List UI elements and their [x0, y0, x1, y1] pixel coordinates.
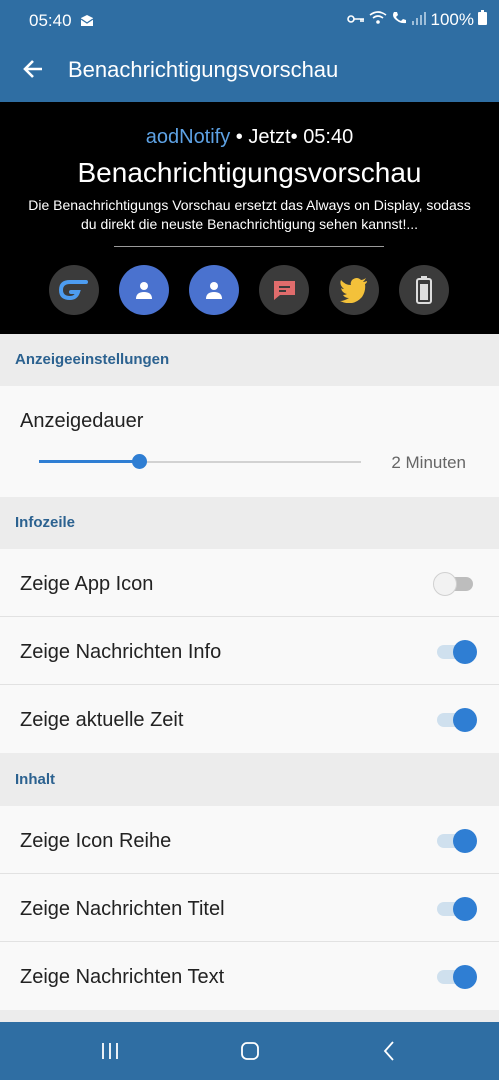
app-bar: Benachrichtigungsvorschau [0, 38, 499, 102]
icon-row-toggle[interactable] [435, 829, 477, 853]
preview-text: Die Benachrichtigungs Vorschau ersetzt d… [28, 197, 471, 232]
display-settings-card: Anzeigedauer 2 Minuten [0, 386, 499, 497]
preview-time: 05:40 [303, 126, 354, 148]
battery-percent: 100% [430, 10, 474, 29]
twitter-icon [329, 265, 379, 315]
recents-icon[interactable] [98, 1039, 122, 1063]
duration-label: Anzeigedauer [20, 410, 144, 432]
app-icon-toggle[interactable] [433, 572, 475, 596]
section-title: Infozeile [15, 514, 76, 531]
system-nav-bar [0, 1022, 499, 1080]
back-arrow-icon[interactable] [20, 55, 48, 83]
call-icon [391, 10, 407, 30]
key-icon [346, 10, 365, 30]
status-time: 05:40 [29, 11, 72, 30]
message-icon [259, 265, 309, 315]
section-header-content: Inhalt [0, 754, 499, 806]
setting-label: Zeige Nachrichten Info [20, 641, 222, 663]
preview-divider [114, 246, 384, 247]
back-icon[interactable] [378, 1039, 402, 1063]
message-title-toggle[interactable] [435, 897, 477, 921]
preview-app-name: aodNotify [145, 126, 231, 148]
home-icon[interactable] [238, 1039, 262, 1063]
signal-icon [411, 10, 427, 30]
setting-label: Zeige Icon Reihe [20, 830, 172, 852]
setting-label: Zeige App Icon [20, 573, 154, 595]
infoline-settings-card: Zeige App Icon Zeige Nachrichten Info Ze… [0, 549, 499, 753]
message-text-toggle[interactable] [435, 965, 477, 989]
section-header-display: Anzeigeeinstellungen [0, 334, 499, 386]
contact-icon [189, 265, 239, 315]
setting-label: Zeige Nachrichten Text [20, 966, 225, 988]
setting-row-message-text[interactable]: Zeige Nachrichten Text [0, 942, 499, 1010]
mail-icon [80, 14, 94, 32]
system-icons: 100% [346, 10, 487, 30]
section-title: Inhalt [15, 771, 55, 788]
duration-slider[interactable] [39, 454, 361, 469]
notification-preview: aodNotify • Jetzt• 05:40 Benachrichtigun… [0, 102, 499, 334]
preview-separator: • [230, 126, 249, 148]
duration-setting: Anzeigedauer 2 Minuten [0, 386, 499, 497]
wifi-icon [369, 10, 387, 30]
slider-thumb[interactable] [131, 454, 147, 469]
aodnotify-icon [49, 265, 99, 315]
battery-icon [399, 265, 449, 315]
preview-icon-row [49, 265, 449, 315]
slider-fill [39, 460, 139, 463]
section-title: Anzeigeeinstellungen [15, 351, 170, 368]
preview-separator: • [290, 126, 304, 148]
setting-row-current-time[interactable]: Zeige aktuelle Zeit [0, 685, 499, 753]
content-settings-card: Zeige Icon Reihe Zeige Nachrichten Titel… [0, 806, 499, 1010]
duration-value: 2 Minuten [391, 453, 466, 472]
message-info-toggle[interactable] [435, 640, 477, 664]
setting-row-app-icon[interactable]: Zeige App Icon [0, 549, 499, 617]
preview-title: Benachrichtigungsvorschau [77, 157, 422, 188]
status-bar: 05:40 100% [0, 0, 499, 38]
setting-label: Zeige aktuelle Zeit [20, 709, 184, 731]
setting-label: Zeige Nachrichten Titel [20, 898, 225, 920]
section-header-infoline: Infozeile [0, 497, 499, 549]
setting-row-message-title[interactable]: Zeige Nachrichten Titel [0, 874, 499, 942]
preview-meta: aodNotify • Jetzt• 05:40 [0, 126, 499, 149]
battery-icon [478, 10, 487, 30]
current-time-toggle[interactable] [435, 708, 477, 732]
setting-row-icon-row[interactable]: Zeige Icon Reihe [0, 806, 499, 874]
setting-row-message-info[interactable]: Zeige Nachrichten Info [0, 617, 499, 685]
preview-when: Jetzt [248, 126, 291, 148]
contact-icon [119, 265, 169, 315]
page-title: Benachrichtigungsvorschau [68, 57, 339, 82]
